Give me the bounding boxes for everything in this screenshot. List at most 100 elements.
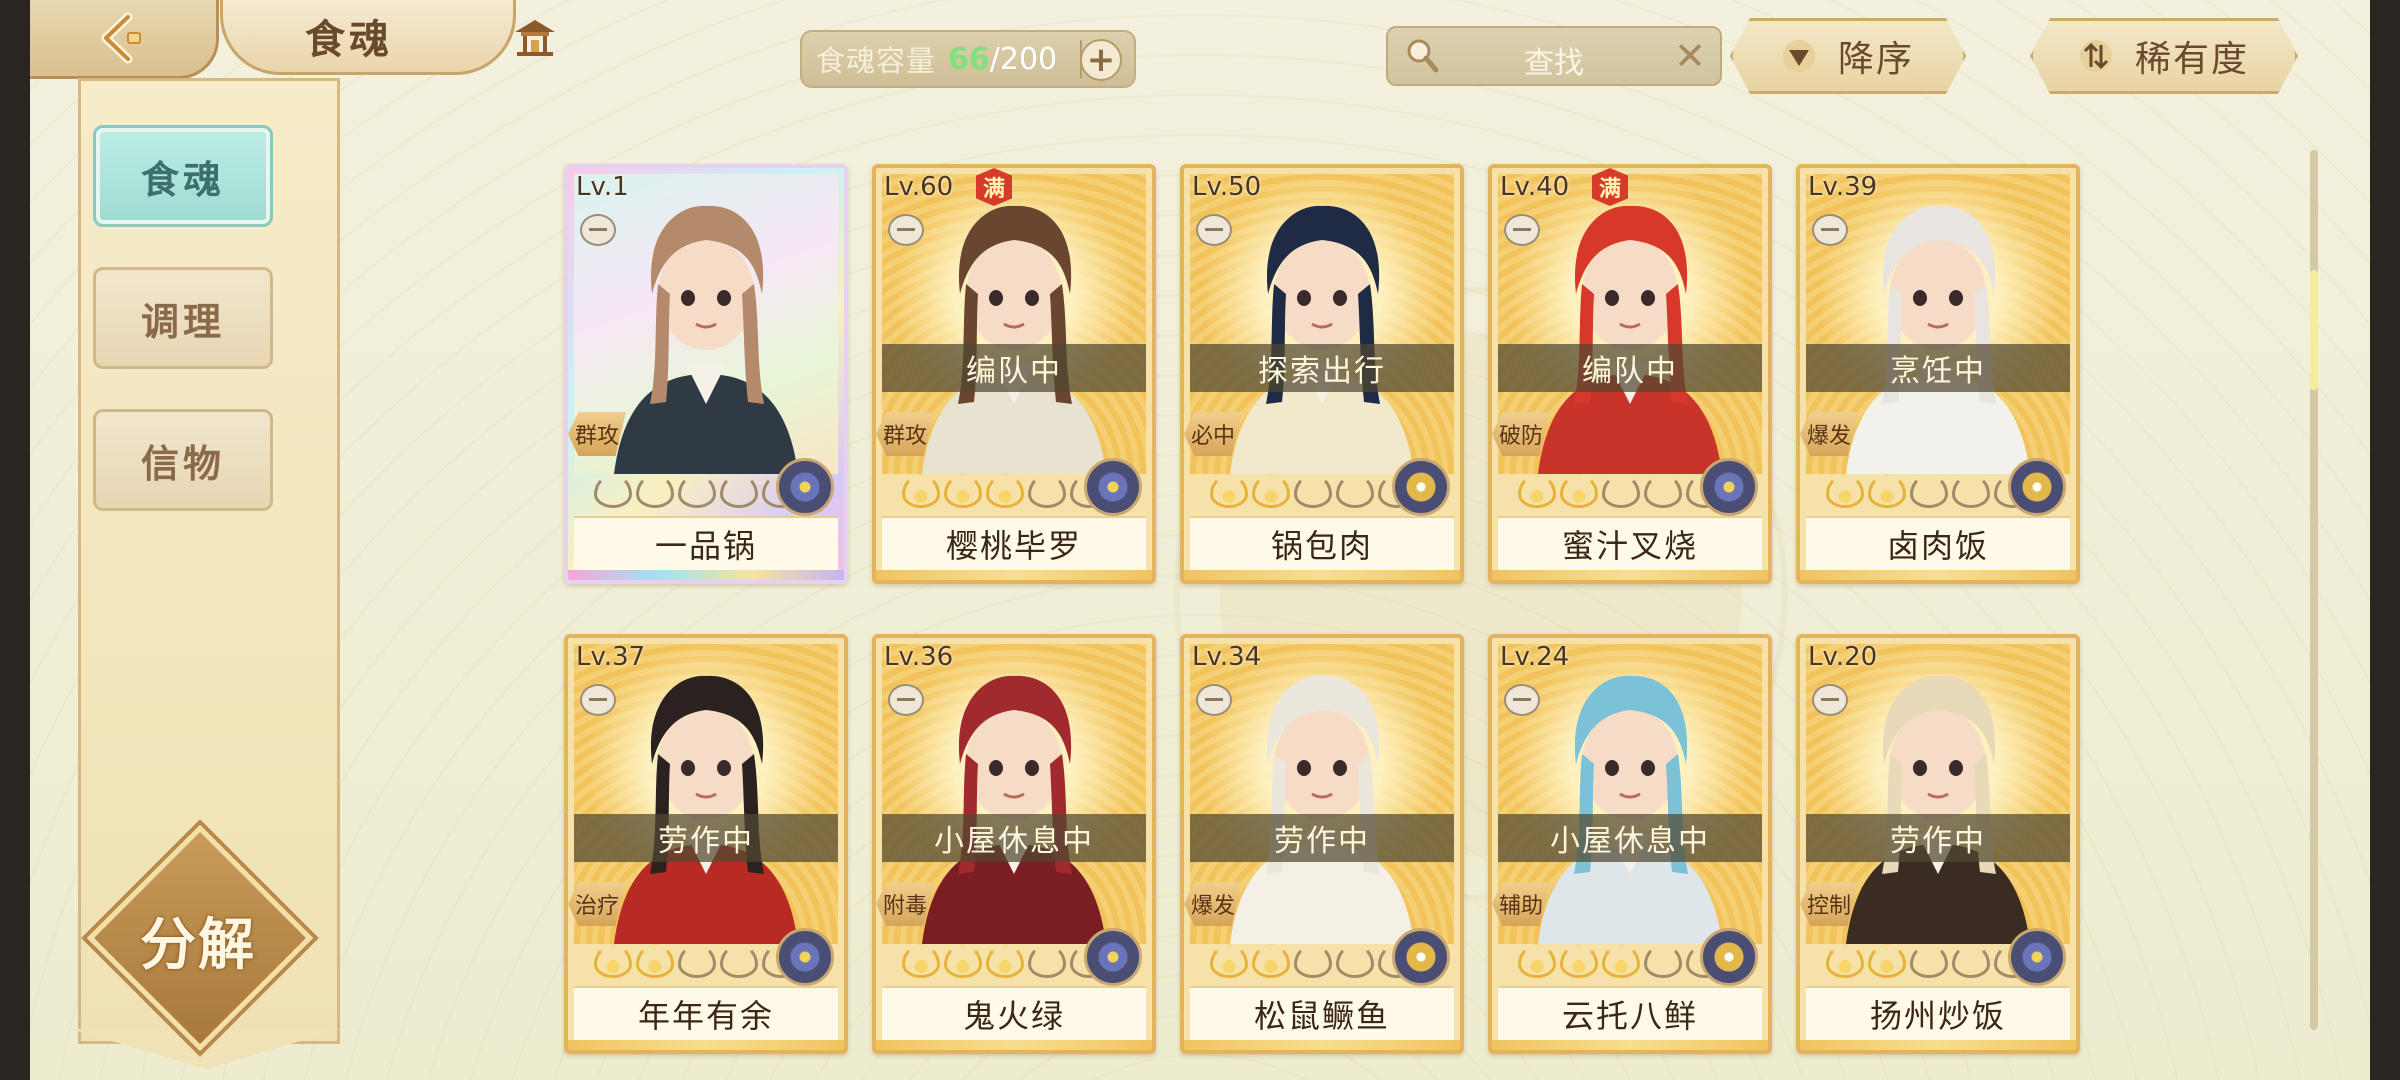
star-empty-icon xyxy=(720,474,758,508)
star-empty-icon xyxy=(594,474,632,508)
tab-tokens[interactable]: 信物 xyxy=(93,409,273,511)
food-soul-card[interactable]: Lv.37 劳作中 治疗 年年有余 xyxy=(564,634,848,1054)
level-label: Lv.60 xyxy=(884,172,954,202)
status-banner: 烹饪中 xyxy=(1806,344,2070,392)
card-border-trim xyxy=(1184,570,1460,580)
lock-toggle-icon[interactable] xyxy=(888,214,924,246)
star-filled-icon xyxy=(1518,474,1556,508)
star-rating xyxy=(1518,474,1724,510)
card-border-trim xyxy=(568,1040,844,1050)
expand-capacity-button[interactable]: + xyxy=(1080,39,1122,81)
flower-icon xyxy=(1714,942,1744,972)
lock-toggle-icon[interactable] xyxy=(1812,214,1848,246)
search-input[interactable]: 查找 xyxy=(1388,38,1720,82)
food-soul-card[interactable]: Lv.36 小屋休息中 附毒 鬼火绿 xyxy=(872,634,1156,1054)
status-banner: 劳作中 xyxy=(574,814,838,862)
flower-icon xyxy=(1098,472,1128,502)
element-emblem-icon xyxy=(1084,928,1142,986)
food-soul-card[interactable]: Lv.34 劳作中 爆发 松鼠鳜鱼 xyxy=(1180,634,1464,1054)
star-filled-icon xyxy=(1252,474,1290,508)
star-filled-icon xyxy=(944,474,982,508)
flower-icon xyxy=(790,472,820,502)
status-banner: 小屋休息中 xyxy=(882,814,1146,862)
card-border-trim xyxy=(1492,1040,1768,1050)
sort-order-button[interactable]: 降序 xyxy=(1730,18,1966,94)
food-soul-card[interactable]: Lv.39 烹饪中 爆发 卤肉饭 xyxy=(1796,164,2080,584)
star-empty-icon xyxy=(1952,944,1990,978)
star-empty-icon xyxy=(1028,944,1066,978)
back-button[interactable] xyxy=(30,0,219,79)
food-soul-card[interactable]: Lv.1 群攻 一品锅 xyxy=(564,164,848,584)
element-emblem-icon xyxy=(1700,928,1758,986)
scrollbar-thumb[interactable] xyxy=(2310,270,2318,390)
flower-icon xyxy=(1406,942,1436,972)
level-label: Lv.34 xyxy=(1192,642,1262,672)
star-empty-icon xyxy=(1910,474,1948,508)
element-emblem-icon xyxy=(776,458,834,516)
star-filled-icon xyxy=(1826,944,1864,978)
food-soul-card[interactable]: Lv.24 小屋休息中 辅助 云托八鲜 xyxy=(1488,634,1772,1054)
star-filled-icon xyxy=(1210,474,1248,508)
clear-search-icon[interactable]: ✕ xyxy=(1674,34,1706,78)
star-filled-icon xyxy=(636,944,674,978)
character-name: 鬼火绿 xyxy=(882,986,1146,1040)
star-filled-icon xyxy=(1210,944,1248,978)
star-filled-icon xyxy=(986,944,1024,978)
character-name: 一品锅 xyxy=(574,516,838,570)
max-level-badge: 满 xyxy=(1592,168,1628,206)
tab-tokens-label: 信物 xyxy=(140,441,225,486)
flower-icon xyxy=(790,942,820,972)
back-arrow-icon xyxy=(101,12,141,64)
tab-food-souls[interactable]: 食魂 xyxy=(93,125,273,227)
character-name: 年年有余 xyxy=(574,986,838,1040)
star-rating xyxy=(902,474,1108,510)
capacity-max: 200 xyxy=(999,41,1058,77)
flower-icon xyxy=(2022,472,2052,502)
search-box[interactable]: 查找 ✕ xyxy=(1386,26,1722,86)
level-label: Lv.50 xyxy=(1192,172,1262,202)
star-filled-icon xyxy=(1868,474,1906,508)
star-empty-icon xyxy=(678,944,716,978)
lock-toggle-icon[interactable] xyxy=(1504,214,1540,246)
level-label: Lv.37 xyxy=(576,642,646,672)
lock-toggle-icon[interactable] xyxy=(580,214,616,246)
decompose-label[interactable]: 分解 xyxy=(120,900,276,981)
tab-conditioning[interactable]: 调理 xyxy=(93,267,273,369)
star-rating xyxy=(1210,474,1416,510)
lock-toggle-icon[interactable] xyxy=(1196,684,1232,716)
scrollbar[interactable] xyxy=(2310,150,2318,1030)
element-emblem-icon xyxy=(1392,458,1450,516)
food-soul-card[interactable]: Lv.40 满编队中 破防 蜜汁叉烧 xyxy=(1488,164,1772,584)
screen-edge xyxy=(2370,0,2400,1080)
status-banner: 探索出行 xyxy=(1190,344,1454,392)
lock-toggle-icon[interactable] xyxy=(1504,684,1540,716)
lock-toggle-icon[interactable] xyxy=(888,684,924,716)
element-emblem-icon xyxy=(2008,458,2066,516)
character-name: 扬州炒饭 xyxy=(1806,986,2070,1040)
star-empty-icon xyxy=(1952,474,1990,508)
status-banner: 劳作中 xyxy=(1806,814,2070,862)
star-empty-icon xyxy=(1294,944,1332,978)
sort-by-button[interactable]: 稀有度 xyxy=(2030,18,2298,94)
star-filled-icon xyxy=(902,944,940,978)
capacity-current: 66 xyxy=(948,41,990,77)
food-soul-card[interactable]: Lv.20 劳作中 控制 扬州炒饭 xyxy=(1796,634,2080,1054)
star-filled-icon xyxy=(944,944,982,978)
card-border-trim xyxy=(1492,570,1768,580)
food-soul-card[interactable]: Lv.50 探索出行 必中 锅包肉 xyxy=(1180,164,1464,584)
level-label: Lv.39 xyxy=(1808,172,1878,202)
food-soul-card[interactable]: Lv.60 满编队中 群攻 樱桃毕罗 xyxy=(872,164,1156,584)
lock-toggle-icon[interactable] xyxy=(1812,684,1848,716)
star-empty-icon xyxy=(1294,474,1332,508)
status-banner: 编队中 xyxy=(882,344,1146,392)
star-filled-icon xyxy=(1826,474,1864,508)
element-emblem-icon xyxy=(1084,458,1142,516)
level-label: Lv.20 xyxy=(1808,642,1878,672)
star-empty-icon xyxy=(1336,474,1374,508)
lock-toggle-icon[interactable] xyxy=(1196,214,1232,246)
title-tab: 食魂 xyxy=(30,0,555,79)
status-banner: 编队中 xyxy=(1498,344,1762,392)
lock-toggle-icon[interactable] xyxy=(580,684,616,716)
card-border-trim xyxy=(1800,570,2076,580)
star-rating xyxy=(594,944,800,980)
